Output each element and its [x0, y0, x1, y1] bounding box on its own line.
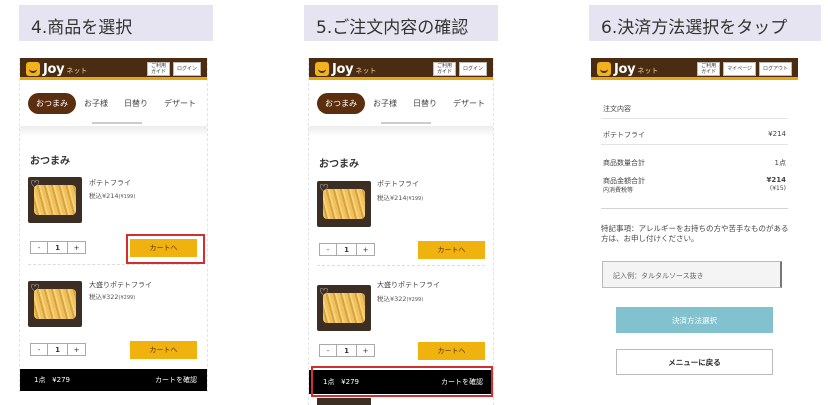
guide-button[interactable]: ご利用 ガイド [432, 62, 456, 76]
plus-button[interactable]: + [357, 244, 374, 255]
guide-button[interactable]: ご利用 ガイド [697, 62, 721, 76]
category-tabs: おつまみ お子様 日替り デザート [20, 90, 207, 116]
product-price: 税込¥322(¥299) [89, 293, 136, 301]
logout-button[interactable]: ログアウト [758, 62, 792, 76]
section-title: おつまみ [30, 156, 70, 167]
step-6-label: 6.決済方法選択をタップ [589, 5, 821, 41]
plus-button[interactable]: + [357, 345, 374, 356]
view-cart-link[interactable]: カートを確認 [155, 375, 197, 385]
minus-button[interactable]: - [320, 244, 337, 255]
product-name: 大盛りポテトフライ [377, 281, 440, 289]
login-button[interactable]: ログイン [458, 62, 487, 76]
category-tabs: おつまみ お子様 日替り デザート [309, 90, 493, 116]
product-image[interactable]: ♡ [317, 285, 371, 331]
tab-higawari[interactable]: 日替り [405, 94, 445, 113]
minus-button[interactable]: - [320, 345, 337, 356]
quantity-stepper[interactable]: - 1 + [30, 343, 86, 356]
smile-logo-icon [315, 62, 329, 76]
quantity-stepper[interactable]: - 1 + [319, 243, 375, 256]
product-name: ポテトフライ [377, 180, 419, 188]
screen-payment-select: Joy ネット ご利用 ガイド マイページ ログアウト 注文内容 ポテトフライ ¥… [591, 58, 798, 385]
quantity-field[interactable]: 1 [48, 242, 68, 253]
section-title: おつまみ [319, 159, 359, 170]
app-header: Joy ネット ご利用 ガイド マイページ ログアウト [591, 58, 798, 80]
highlight-box [126, 234, 205, 264]
guide-button[interactable]: ご利用 ガイド [146, 62, 170, 76]
quantity-stepper[interactable]: - 1 + [30, 241, 86, 254]
product-image[interactable]: ♡ [28, 177, 82, 223]
favorite-heart-icon[interactable]: ♡ [319, 286, 329, 299]
tab-underline [92, 122, 142, 124]
app-header: Joy ネット ご利用 ガイド ログイン [20, 58, 207, 80]
highlight-box [311, 366, 493, 397]
tab-higawari[interactable]: 日替り [116, 94, 156, 113]
cart-summary-text: 1点 ¥279 [34, 376, 70, 384]
step-4-label: 4.商品を選択 [19, 5, 213, 41]
cart-summary-bar[interactable]: 1点 ¥279 カートを確認 [20, 369, 207, 391]
product-price: 税込¥214(¥199) [89, 192, 136, 200]
login-button[interactable]: ログイン [172, 62, 201, 76]
joy-net-logo[interactable]: Joy ネット [597, 61, 658, 77]
order-item-row: ポテトフライ ¥214 [603, 130, 786, 139]
back-to-menu-button[interactable]: メニューに戻る [616, 349, 773, 375]
joy-net-logo[interactable]: Joy ネット [315, 61, 376, 77]
app-header: Joy ネット ご利用 ガイド ログイン [309, 58, 493, 80]
quantity-field[interactable]: 1 [48, 344, 68, 355]
minus-button[interactable]: - [31, 344, 48, 355]
tab-underline [381, 122, 431, 124]
product-price: 税込¥322(¥299) [377, 295, 424, 303]
add-to-cart-button[interactable]: カートへ [130, 341, 197, 359]
minus-button[interactable]: - [31, 242, 48, 253]
special-request-input[interactable]: 記入例：タルタルソース抜き [602, 261, 782, 288]
tab-otsumami[interactable]: おつまみ [317, 92, 365, 114]
joy-net-logo[interactable]: Joy ネット [26, 61, 87, 77]
tab-dessert[interactable]: デザート [156, 94, 204, 113]
product-name: ポテトフライ [89, 179, 131, 187]
product-price: 税込¥214(¥199) [377, 194, 424, 202]
tab-otsumami[interactable]: おつまみ [28, 92, 76, 114]
tab-okosama[interactable]: お子様 [365, 94, 405, 113]
tab-dessert[interactable]: デザート [445, 94, 493, 113]
mypage-button[interactable]: マイページ [723, 62, 756, 76]
quantity-field[interactable]: 1 [337, 244, 357, 255]
add-to-cart-button[interactable]: カートへ [418, 241, 485, 259]
special-note: 特記事項：アレルギーをお持ちの方や苦手なものがある方は、お申し付けください。 [601, 224, 789, 243]
tab-okosama[interactable]: お子様 [76, 94, 116, 113]
payment-method-button[interactable]: 決済方法選択 [616, 307, 773, 333]
quantity-field[interactable]: 1 [337, 345, 357, 356]
product-image[interactable]: ♡ [317, 181, 371, 227]
favorite-heart-icon[interactable]: ♡ [319, 182, 329, 195]
favorite-heart-icon[interactable]: ♡ [30, 178, 40, 191]
plus-button[interactable]: + [68, 344, 85, 355]
step-5-label: 5.ご注文内容の確認 [304, 5, 498, 41]
favorite-heart-icon[interactable]: ♡ [30, 282, 40, 295]
product-image[interactable]: ♡ [28, 281, 82, 327]
order-heading: 注文内容 [603, 105, 631, 113]
screen-select-product: Joy ネット ご利用 ガイド ログイン おつまみ お子様 日替り デザート お… [19, 58, 208, 392]
quantity-stepper[interactable]: - 1 + [319, 344, 375, 357]
tax-row: 内消費税等 (¥15) [603, 185, 786, 194]
plus-button[interactable]: + [68, 242, 85, 253]
product-name: 大盛りポテトフライ [89, 281, 152, 289]
smile-logo-icon [26, 62, 40, 76]
screen-confirm-order: Joy ネット ご利用 ガイド ログイン おつまみ お子様 日替り デザート お… [308, 58, 494, 405]
quantity-total-row: 商品数量合計 1点 [603, 159, 786, 167]
add-to-cart-button[interactable]: カートへ [418, 342, 485, 360]
smile-logo-icon [597, 62, 611, 76]
